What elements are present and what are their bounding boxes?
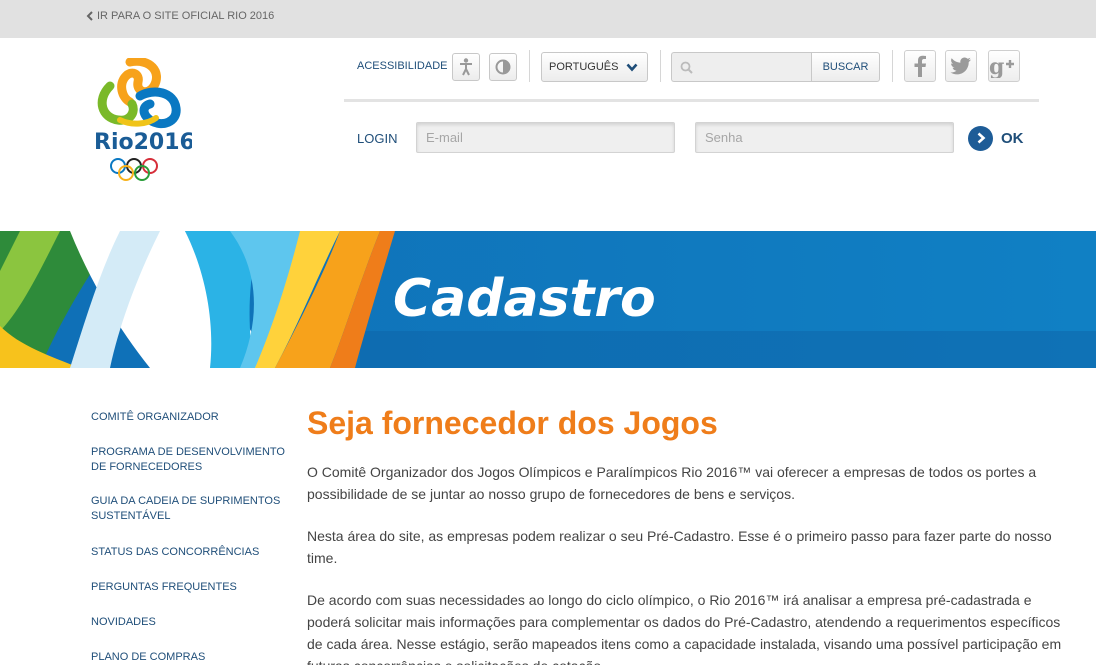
divider <box>660 50 661 82</box>
main-content: Seja fornecedor dos Jogos O Comitê Organ… <box>307 403 1077 665</box>
page-title: Seja fornecedor dos Jogos <box>307 405 718 441</box>
page-banner: Cadastro <box>0 231 1096 368</box>
rio2016-emblem <box>97 56 181 128</box>
arrow-right-icon <box>968 125 993 151</box>
analysis-paragraph: De acordo com suas necessidades ao longo… <box>307 592 1062 665</box>
language-select[interactable]: PORTUGUÊS <box>541 52 648 82</box>
email-field[interactable] <box>416 122 675 153</box>
chevron-left-icon <box>86 11 93 21</box>
accessibility-label: ACESSIBILIDADE <box>357 60 448 72</box>
password-input[interactable] <box>696 123 953 152</box>
divider <box>529 50 530 82</box>
precadastro-paragraph: Nesta área do site, as empresas podem re… <box>307 528 1052 566</box>
official-site-link[interactable]: IR PARA O SITE OFICIAL RIO 2016 <box>86 10 274 22</box>
rio2016-logo[interactable]: Rio2016 <box>92 56 195 188</box>
contrast-icon <box>495 59 511 75</box>
chevron-down-icon <box>626 63 638 72</box>
utility-bar: ACESSIBILIDADE PORTUGUÊS BUSCAR g <box>344 50 1044 82</box>
accessibility-button[interactable] <box>452 53 480 81</box>
header-divider <box>344 99 1039 102</box>
intro-paragraph: O Comitê Organizador dos Jogos Olímpicos… <box>307 464 1037 502</box>
login-submit-button[interactable]: OK <box>968 124 1024 152</box>
googleplus-icon: g <box>989 54 1014 78</box>
password-field[interactable] <box>695 122 954 153</box>
googleplus-button[interactable]: g <box>988 50 1020 82</box>
search-icon <box>680 61 693 74</box>
top-bar: IR PARA O SITE OFICIAL RIO 2016 <box>0 0 1096 38</box>
search-field[interactable] <box>671 52 812 82</box>
email-input[interactable] <box>417 123 674 152</box>
sidebar-item-novidades[interactable]: NOVIDADES <box>91 615 291 630</box>
sidebar-item-perguntas-frequentes[interactable]: PERGUNTAS FREQUENTES <box>91 580 291 595</box>
contrast-button[interactable] <box>489 53 517 81</box>
facebook-button[interactable] <box>904 50 936 82</box>
sidebar-item-status-concorrencias[interactable]: STATUS DAS CONCORRÊNCIAS <box>91 545 291 560</box>
login-submit-label: OK <box>1001 129 1024 147</box>
search-button[interactable]: BUSCAR <box>811 52 880 82</box>
logo-wordmark: Rio2016 <box>94 130 192 155</box>
sidebar-item-guia-cadeia[interactable]: GUIA DA CADEIA DE SUPRIMENTOS SUSTENTÁVE… <box>91 494 291 524</box>
facebook-icon <box>914 55 926 77</box>
login-label: LOGIN <box>357 131 398 146</box>
official-site-link-label: IR PARA O SITE OFICIAL RIO 2016 <box>97 10 275 22</box>
twitter-button[interactable] <box>945 50 977 82</box>
banner-title: Cadastro <box>393 269 656 329</box>
divider <box>892 50 893 82</box>
sidebar-item-comite-organizador[interactable]: COMITÊ ORGANIZADOR <box>91 410 291 425</box>
sidebar-item-programa-desenvolvimento[interactable]: PROGRAMA DE DESENVOLVIMENTO DE FORNECEDO… <box>91 445 291 475</box>
olympic-rings <box>110 158 158 181</box>
sidebar-item-plano-compras[interactable]: PLANO DE COMPRAS <box>91 650 291 665</box>
language-select-value: PORTUGUÊS <box>549 61 619 73</box>
twitter-icon <box>950 57 971 75</box>
search-input[interactable] <box>698 57 806 77</box>
svg-text:g: g <box>989 54 1004 78</box>
person-icon <box>460 58 472 76</box>
